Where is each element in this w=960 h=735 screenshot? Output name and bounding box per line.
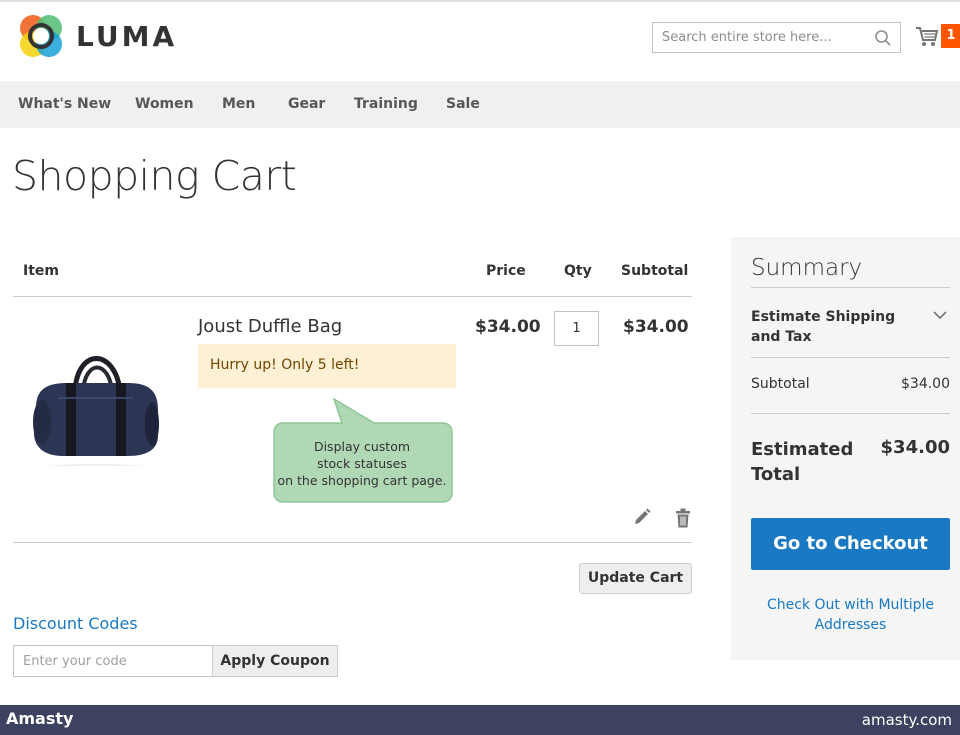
go-to-checkout-button[interactable]: Go to Checkout: [751, 518, 950, 570]
chevron-down-icon[interactable]: [933, 310, 947, 320]
nav-item-men[interactable]: Men: [222, 96, 255, 112]
summary-divider: [751, 357, 950, 358]
item-price: $34.00: [475, 317, 541, 337]
edit-pencil-icon[interactable]: [633, 508, 651, 526]
order-summary: Summary Estimate Shipping and Tax Subtot…: [731, 237, 960, 660]
nav-item-gear[interactable]: Gear: [288, 96, 325, 112]
summary-total-value: $34.00: [880, 437, 950, 458]
logo-text[interactable]: LUMA: [76, 20, 177, 53]
search-icon[interactable]: [874, 29, 892, 47]
amasty-url: amasty.com: [861, 711, 952, 729]
item-subtotal: $34.00: [623, 317, 689, 337]
summary-title: Summary: [751, 255, 863, 281]
column-header-item: Item: [23, 263, 59, 279]
summary-total-label: Estimated Total: [751, 439, 854, 485]
luma-logo-icon[interactable]: [18, 13, 64, 59]
cart-count-badge[interactable]: 1: [941, 24, 960, 48]
qty-input[interactable]: 1: [554, 311, 599, 346]
summary-divider: [751, 413, 950, 414]
nav-item-sale[interactable]: Sale: [446, 96, 480, 112]
callout-line: stock statuses: [317, 456, 407, 471]
table-divider: [13, 542, 692, 543]
page-title: Shopping Cart: [12, 152, 297, 200]
discount-codes-toggle[interactable]: Discount Codes: [13, 614, 138, 633]
apply-coupon-button[interactable]: Apply Coupon: [212, 645, 338, 677]
estimate-shipping-toggle[interactable]: Estimate Shipping and Tax: [751, 307, 916, 347]
search-box[interactable]: [652, 22, 901, 53]
summary-divider: [751, 287, 950, 288]
callout-line: Display custom: [313, 439, 411, 454]
product-name-link[interactable]: Joust Duffle Bag: [198, 316, 342, 337]
nav-item-training[interactable]: Training: [354, 96, 418, 112]
amasty-brand: Amasty: [6, 709, 74, 728]
callout-text: Display custom stock statuses on the sho…: [272, 438, 452, 489]
trash-icon[interactable]: [675, 508, 691, 528]
column-header-qty: Qty: [564, 263, 592, 279]
summary-subtotal-label: Subtotal: [751, 376, 810, 392]
coupon-code-input[interactable]: [14, 646, 209, 676]
footer-bar: Amasty amasty.com: [0, 705, 960, 735]
product-image[interactable]: [28, 338, 162, 466]
column-header-price: Price: [486, 263, 526, 279]
nav-item-women[interactable]: Women: [135, 96, 194, 112]
table-divider: [13, 296, 692, 297]
cart-icon[interactable]: [915, 24, 939, 48]
coupon-field[interactable]: [13, 645, 213, 677]
summary-subtotal-value: $34.00: [901, 376, 950, 392]
update-cart-button[interactable]: Update Cart: [579, 563, 692, 594]
multiple-addresses-link[interactable]: Check Out with Multiple Addresses: [751, 595, 950, 635]
column-header-subtotal: Subtotal: [621, 263, 689, 279]
search-input[interactable]: [653, 23, 863, 52]
nav-item-whats-new[interactable]: What's New: [18, 96, 111, 112]
header: LUMA 1: [0, 2, 960, 81]
stock-status-message: Hurry up! Only 5 left!: [198, 344, 456, 388]
main-nav: What's New Women Men Gear Training Sale: [0, 81, 960, 128]
callout-line: on the shopping cart page.: [277, 473, 447, 488]
